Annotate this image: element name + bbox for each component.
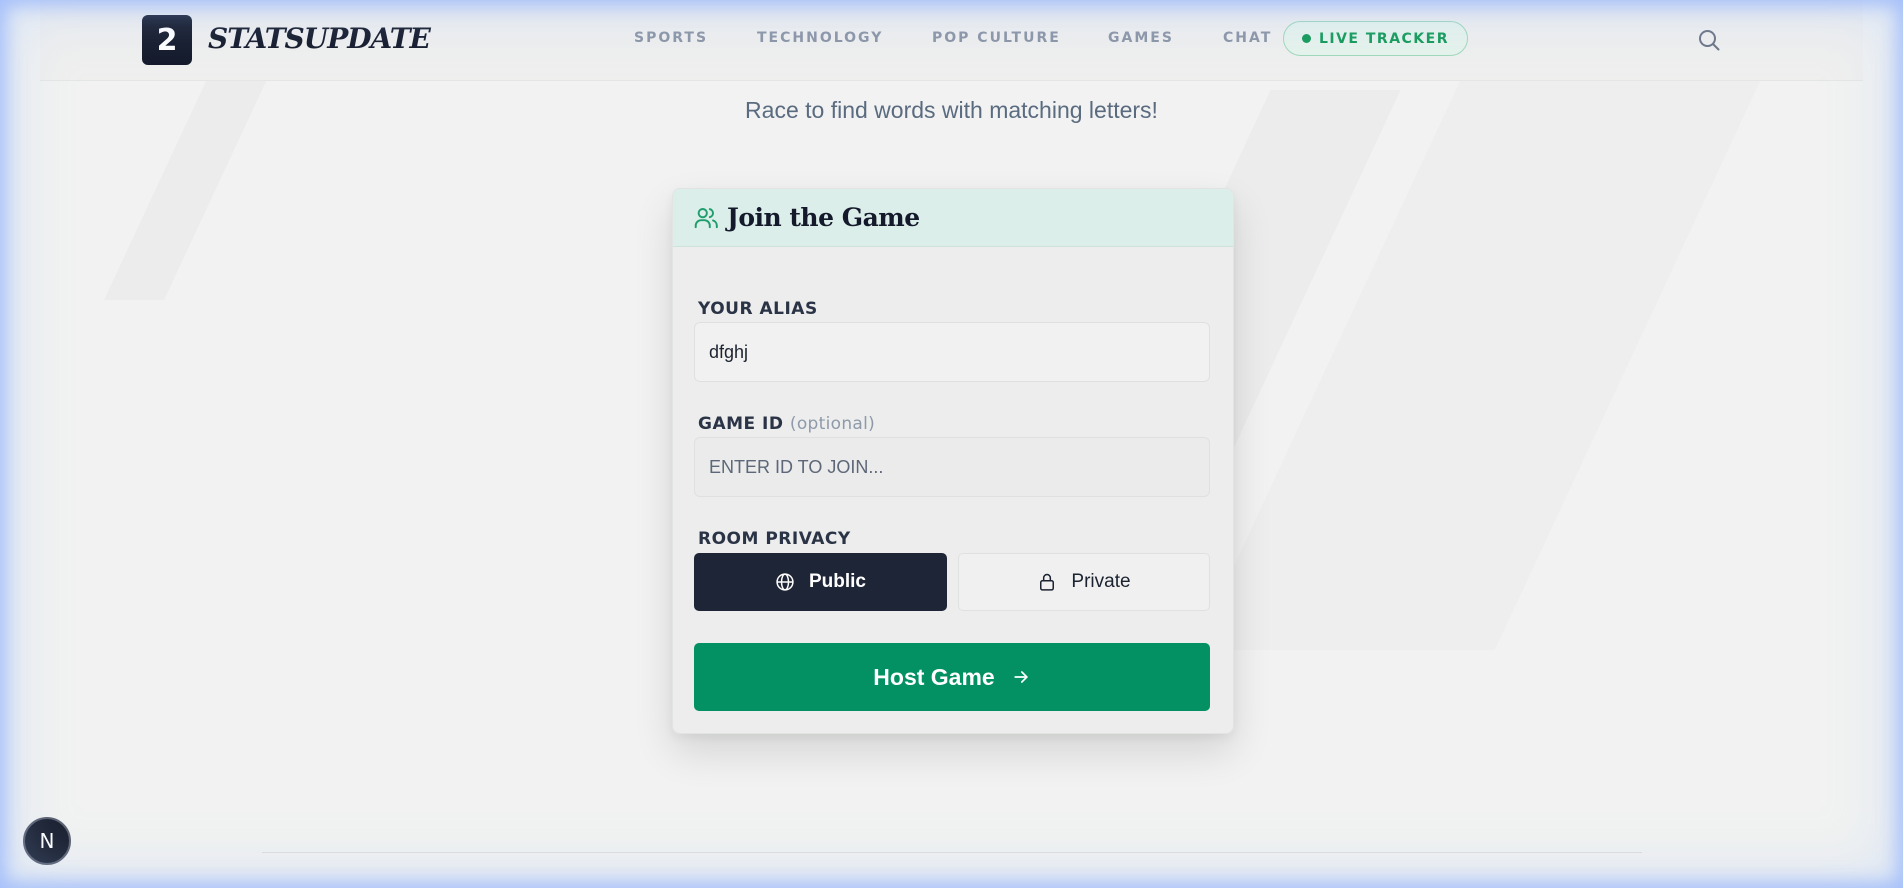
nav-sports[interactable]: SPORTS: [634, 30, 708, 46]
logo-text[interactable]: STATSUPDATE: [208, 22, 431, 55]
arrow-right-icon: [1014, 671, 1028, 683]
users-icon: [694, 207, 718, 228]
dev-tools-badge[interactable]: N: [23, 817, 71, 865]
alias-input[interactable]: [694, 322, 1210, 382]
public-label: Public: [808, 571, 866, 592]
room-privacy-label: ROOM PRIVACY: [698, 529, 851, 549]
host-game-button[interactable]: Host Game: [694, 643, 1210, 711]
private-label: Private: [1071, 571, 1131, 592]
game-id-input[interactable]: [694, 437, 1210, 497]
logo-mark[interactable]: 2: [142, 15, 192, 65]
optional-tag: (optional): [789, 414, 876, 434]
nav-pop-culture[interactable]: POP CULTURE: [932, 30, 1061, 46]
join-game-card: Join the Game YOUR ALIAS GAME ID (option…: [672, 188, 1234, 734]
live-tracker-button[interactable]: LIVE TRACKER: [1283, 21, 1468, 56]
globe-icon: [776, 573, 794, 591]
private-button[interactable]: Private: [958, 553, 1210, 611]
nav-games[interactable]: GAMES: [1108, 30, 1174, 46]
alias-label: YOUR ALIAS: [698, 299, 818, 319]
host-game-label: Host Game: [873, 663, 995, 690]
live-tracker-label: LIVE TRACKER: [1318, 30, 1450, 47]
lock-icon: [1040, 573, 1055, 591]
page-subtitle: Race to find words with matching letters…: [745, 97, 1158, 123]
card-header: Join the Game: [673, 189, 1233, 247]
background-stroke: [104, 60, 276, 300]
nav-technology[interactable]: TECHNOLOGY: [757, 30, 883, 46]
game-id-label-text: GAME ID: [698, 414, 784, 434]
nav-chat[interactable]: CHAT: [1223, 30, 1272, 46]
card-title: Join the Game: [727, 203, 920, 232]
live-dot: [1301, 34, 1311, 43]
search-icon[interactable]: [1697, 28, 1721, 52]
footer-divider: [262, 852, 1642, 853]
public-button[interactable]: Public: [694, 553, 947, 611]
game-id-label: GAME ID (optional): [698, 414, 875, 434]
